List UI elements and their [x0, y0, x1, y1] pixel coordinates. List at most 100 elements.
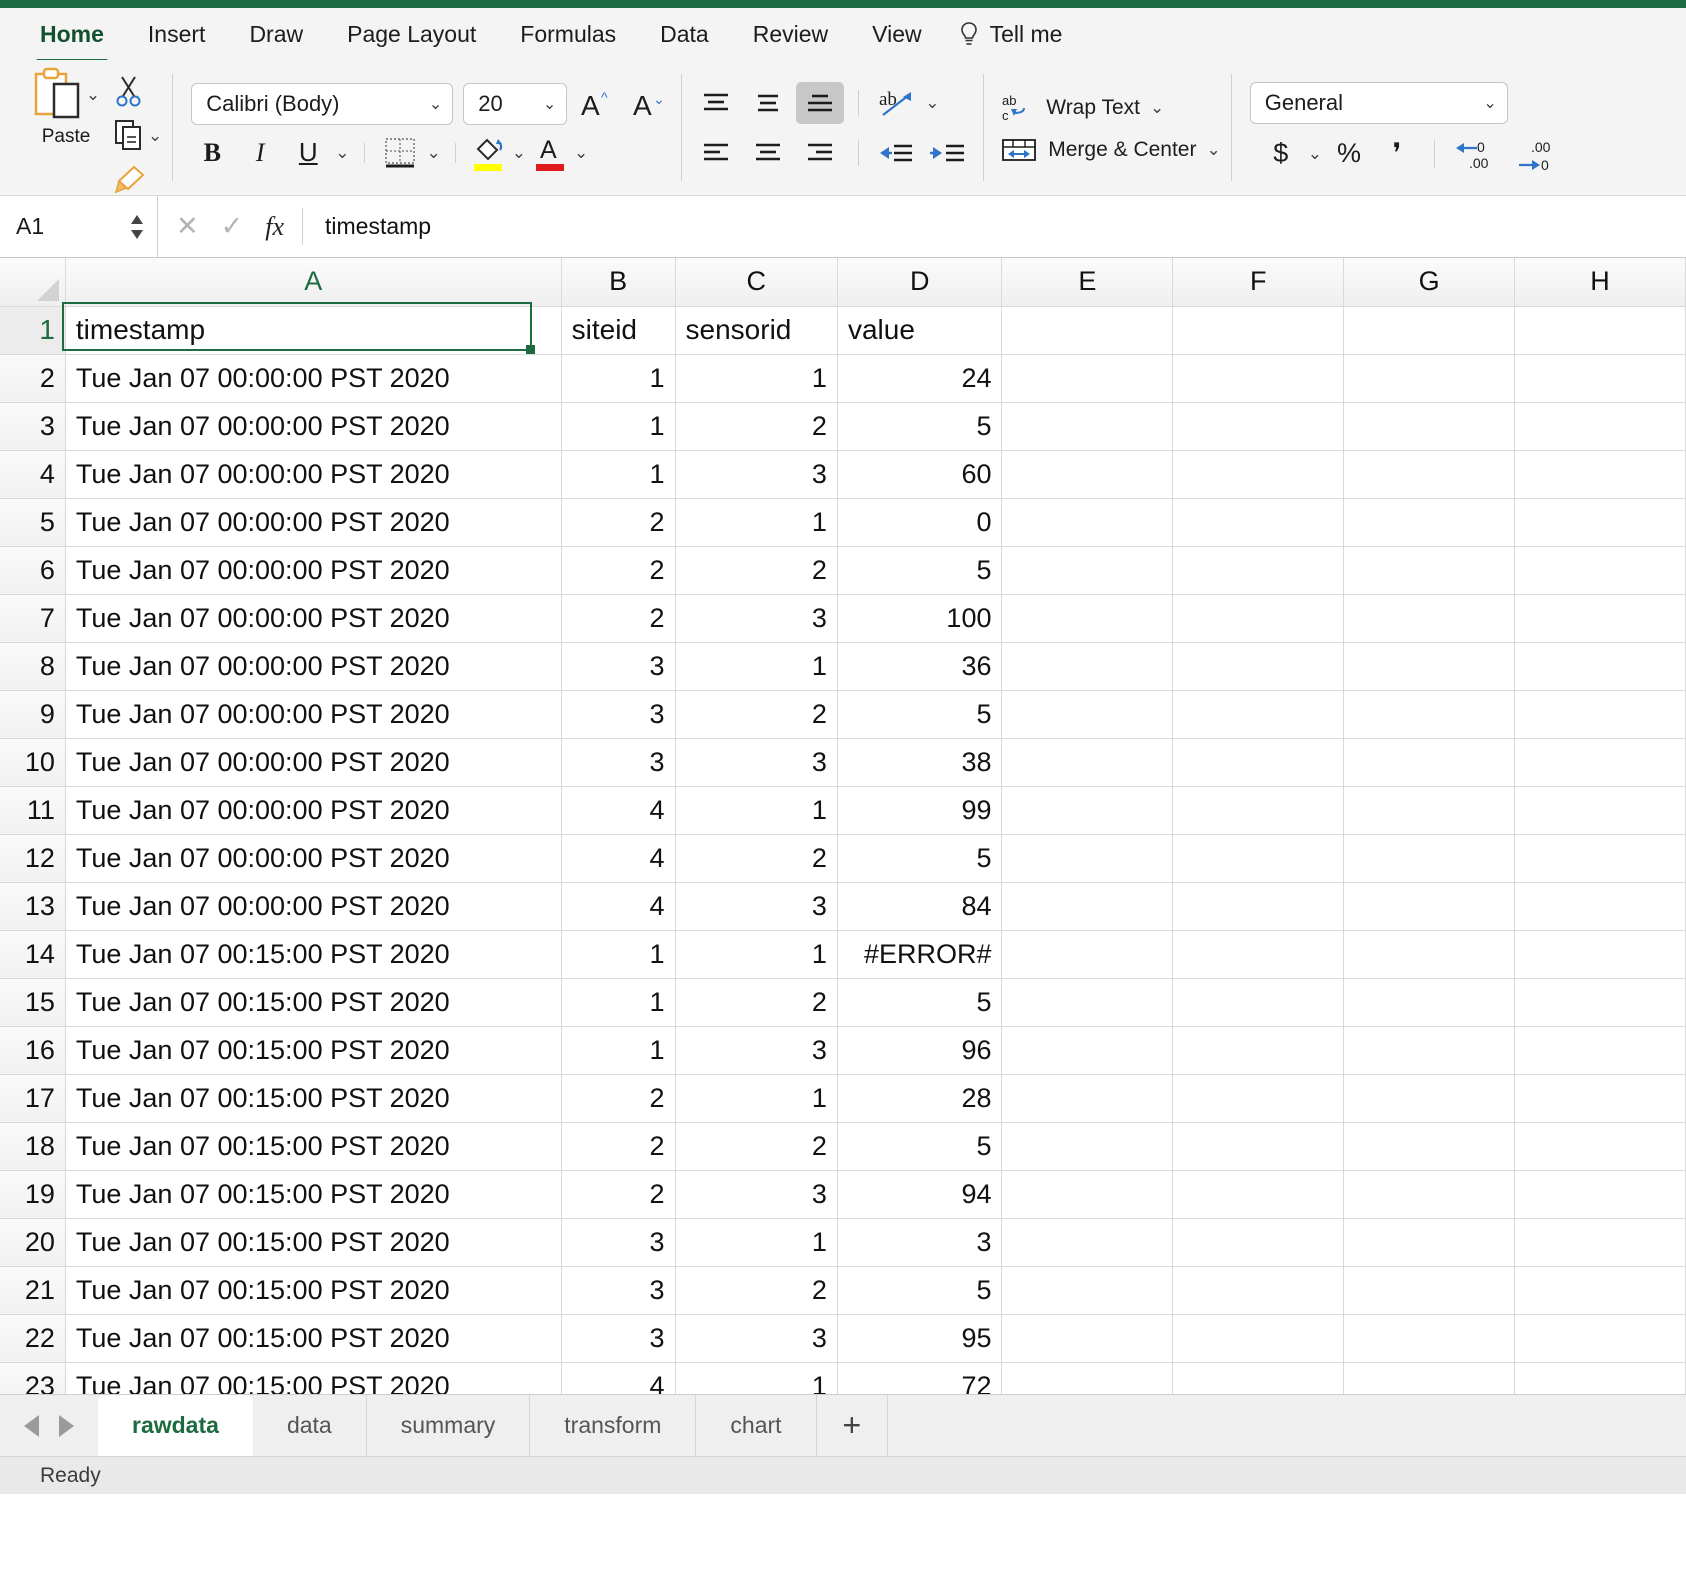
cell-h8[interactable]: [1514, 642, 1686, 691]
cell-d15[interactable]: 5: [837, 978, 1003, 1027]
cell-b20[interactable]: 3: [561, 1218, 676, 1267]
cell-f23[interactable]: [1172, 1362, 1345, 1394]
merge-center-chevron-down-icon[interactable]: ⌄: [1206, 141, 1220, 158]
cell-f5[interactable]: [1172, 498, 1345, 547]
cell-e18[interactable]: [1001, 1122, 1174, 1171]
column-header-f[interactable]: F: [1172, 258, 1345, 307]
cell-b13[interactable]: 4: [561, 882, 676, 931]
cell-d14[interactable]: #ERROR#: [837, 930, 1003, 979]
cell-g14[interactable]: [1343, 930, 1516, 979]
cell-f6[interactable]: [1172, 546, 1345, 595]
ribbon-tab-review[interactable]: Review: [731, 15, 850, 54]
cell-f22[interactable]: [1172, 1314, 1345, 1363]
cell-c12[interactable]: 2: [675, 834, 838, 883]
cell-f1[interactable]: [1172, 306, 1345, 355]
format-painter-button[interactable]: [114, 158, 146, 200]
cell-a13[interactable]: Tue Jan 07 00:00:00 PST 2020: [65, 882, 562, 931]
table-row[interactable]: 9 Tue Jan 07 00:00:00 PST 2020 3 2 5: [0, 690, 1686, 739]
column-header-d[interactable]: D: [837, 258, 1003, 307]
cell-a1[interactable]: timestamp: [65, 306, 562, 355]
font-name-select[interactable]: Calibri (Body) ⌄: [191, 82, 454, 125]
cell-c11[interactable]: 1: [675, 786, 838, 835]
underline-chevron-down-icon[interactable]: ⌄: [335, 144, 349, 161]
copy-chevron-down-icon[interactable]: ⌄: [148, 127, 162, 144]
cell-g18[interactable]: [1343, 1122, 1516, 1171]
cell-c5[interactable]: 1: [675, 498, 838, 547]
column-header-b[interactable]: B: [561, 258, 676, 307]
cell-b11[interactable]: 4: [561, 786, 676, 835]
row-header[interactable]: 14: [0, 930, 66, 979]
cell-e6[interactable]: [1001, 546, 1174, 595]
table-row[interactable]: 15 Tue Jan 07 00:15:00 PST 2020 1 2 5: [0, 978, 1686, 1027]
row-header[interactable]: 10: [0, 738, 66, 787]
row-header[interactable]: 23: [0, 1362, 66, 1394]
cell-d3[interactable]: 5: [837, 402, 1003, 451]
table-row[interactable]: 1 timestamp siteid sensorid value: [0, 306, 1686, 355]
row-header[interactable]: 7: [0, 594, 66, 643]
row-header[interactable]: 22: [0, 1314, 66, 1363]
cell-c23[interactable]: 1: [675, 1362, 838, 1394]
cell-d18[interactable]: 5: [837, 1122, 1003, 1171]
table-row[interactable]: 7 Tue Jan 07 00:00:00 PST 2020 2 3 100: [0, 594, 1686, 643]
cell-b3[interactable]: 1: [561, 402, 676, 451]
cell-h9[interactable]: [1514, 690, 1686, 739]
cell-b16[interactable]: 1: [561, 1026, 676, 1075]
row-header[interactable]: 17: [0, 1074, 66, 1123]
row-header[interactable]: 19: [0, 1170, 66, 1219]
cell-b17[interactable]: 2: [561, 1074, 676, 1123]
cell-f2[interactable]: [1172, 354, 1345, 403]
cell-g12[interactable]: [1343, 834, 1516, 883]
table-row[interactable]: 20 Tue Jan 07 00:15:00 PST 2020 3 1 3: [0, 1218, 1686, 1267]
cut-button[interactable]: [114, 70, 144, 112]
row-header[interactable]: 5: [0, 498, 66, 547]
cell-g3[interactable]: [1343, 402, 1516, 451]
ribbon-tab-draw[interactable]: Draw: [227, 15, 325, 54]
cell-d9[interactable]: 5: [837, 690, 1003, 739]
cell-e10[interactable]: [1001, 738, 1174, 787]
cell-g17[interactable]: [1343, 1074, 1516, 1123]
percent-format-button[interactable]: %: [1328, 134, 1370, 174]
cell-d5[interactable]: 0: [837, 498, 1003, 547]
row-header[interactable]: 4: [0, 450, 66, 499]
cell-e13[interactable]: [1001, 882, 1174, 931]
row-header[interactable]: 9: [0, 690, 66, 739]
cell-d6[interactable]: 5: [837, 546, 1003, 595]
cell-c3[interactable]: 2: [675, 402, 838, 451]
cell-a19[interactable]: Tue Jan 07 00:15:00 PST 2020: [65, 1170, 562, 1219]
cell-d8[interactable]: 36: [837, 642, 1003, 691]
cell-a16[interactable]: Tue Jan 07 00:15:00 PST 2020: [65, 1026, 562, 1075]
cell-b7[interactable]: 2: [561, 594, 676, 643]
cell-c15[interactable]: 2: [675, 978, 838, 1027]
cell-b23[interactable]: 4: [561, 1362, 676, 1394]
cell-b6[interactable]: 2: [561, 546, 676, 595]
align-top-button[interactable]: [692, 82, 740, 124]
cell-g15[interactable]: [1343, 978, 1516, 1027]
cell-g9[interactable]: [1343, 690, 1516, 739]
cell-f14[interactable]: [1172, 930, 1345, 979]
cell-a23[interactable]: Tue Jan 07 00:15:00 PST 2020: [65, 1362, 562, 1394]
cell-g16[interactable]: [1343, 1026, 1516, 1075]
row-header[interactable]: 2: [0, 354, 66, 403]
wrap-text-button[interactable]: ab c Wrap Text ⌄: [1000, 91, 1220, 125]
sheet-tab-data[interactable]: data: [253, 1395, 367, 1456]
column-header-e[interactable]: E: [1001, 258, 1174, 307]
cell-g23[interactable]: [1343, 1362, 1516, 1394]
cell-e1[interactable]: [1001, 306, 1174, 355]
row-header[interactable]: 20: [0, 1218, 66, 1267]
table-row[interactable]: 11 Tue Jan 07 00:00:00 PST 2020 4 1 99: [0, 786, 1686, 835]
cell-g13[interactable]: [1343, 882, 1516, 931]
table-row[interactable]: 19 Tue Jan 07 00:15:00 PST 2020 2 3 94: [0, 1170, 1686, 1219]
cell-a10[interactable]: Tue Jan 07 00:00:00 PST 2020: [65, 738, 562, 787]
decrease-font-size-button[interactable]: A ⌄: [629, 84, 671, 124]
cell-f11[interactable]: [1172, 786, 1345, 835]
table-row[interactable]: 8 Tue Jan 07 00:00:00 PST 2020 3 1 36: [0, 642, 1686, 691]
cell-a5[interactable]: Tue Jan 07 00:00:00 PST 2020: [65, 498, 562, 547]
cell-h16[interactable]: [1514, 1026, 1686, 1075]
tell-me-button[interactable]: Tell me: [944, 21, 1062, 48]
name-box[interactable]: A1: [0, 196, 158, 257]
confirm-edit-icon[interactable]: ✓: [221, 211, 244, 242]
cell-c14[interactable]: 1: [675, 930, 838, 979]
cell-c7[interactable]: 3: [675, 594, 838, 643]
cell-c20[interactable]: 1: [675, 1218, 838, 1267]
cell-c2[interactable]: 1: [675, 354, 838, 403]
